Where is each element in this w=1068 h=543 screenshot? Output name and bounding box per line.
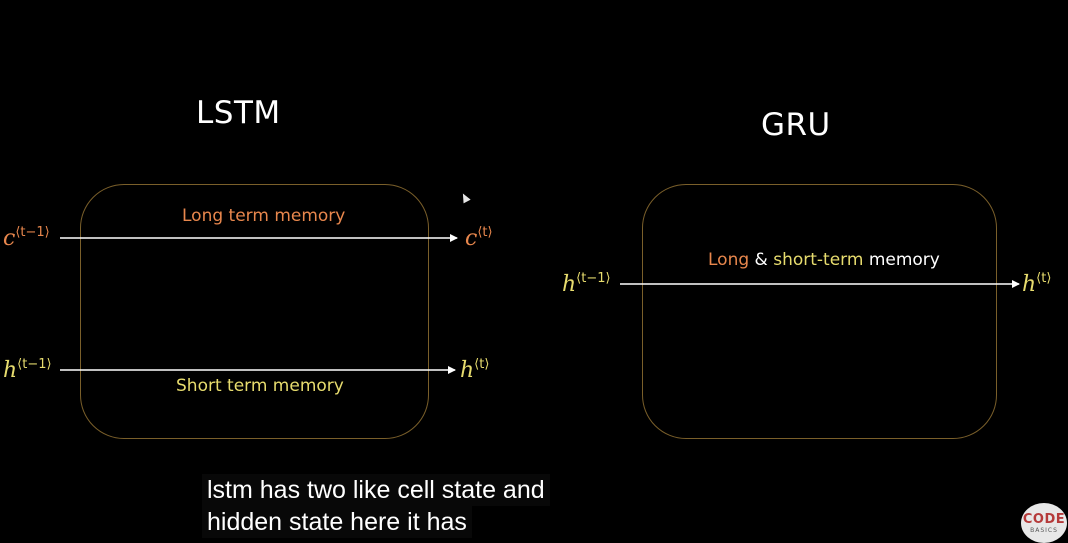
- gru-label-long: Long: [708, 250, 750, 270]
- caption-line-2: hidden state here it has: [202, 506, 472, 538]
- symbol-letter: c: [465, 226, 478, 251]
- caption-line-1: lstm has two like cell state and: [202, 474, 550, 506]
- subtitle-caption: lstm has two like cell state and hidden …: [202, 474, 550, 538]
- symbol-superscript: ⟨t−1⟩: [576, 271, 611, 286]
- codebasics-logo-icon: CODE BASICS: [1021, 503, 1067, 543]
- lstm-c-prev-symbol: c⟨t−1⟩: [3, 225, 50, 251]
- gru-h-next-symbol: h⟨t⟩: [1022, 271, 1051, 297]
- gru-label-short: short-term: [773, 250, 864, 270]
- symbol-superscript: ⟨t−1⟩: [17, 357, 52, 372]
- lstm-h-next-symbol: h⟨t⟩: [460, 357, 489, 383]
- long-term-memory-label: Long term memory: [182, 206, 346, 226]
- gru-label-memory: memory: [868, 250, 940, 270]
- gru-h-prev-symbol: h⟨t−1⟩: [562, 271, 611, 297]
- symbol-letter: h: [562, 272, 577, 297]
- symbol-superscript: ⟨t⟩: [474, 357, 490, 372]
- symbol-letter: h: [1022, 272, 1037, 297]
- symbol-letter: h: [460, 358, 475, 383]
- symbol-letter: h: [3, 358, 18, 383]
- gru-memory-label: Long & short-term memory: [708, 250, 940, 270]
- symbol-superscript: ⟨t⟩: [1036, 271, 1052, 286]
- short-term-memory-label: Short term memory: [176, 376, 344, 396]
- symbol-letter: c: [3, 226, 16, 251]
- logo-top-text: CODE: [1022, 512, 1066, 527]
- gru-label-amp: &: [754, 250, 768, 270]
- symbol-superscript: ⟨t⟩: [477, 225, 493, 240]
- state-arrows: [60, 234, 1020, 374]
- symbol-superscript: ⟨t−1⟩: [15, 225, 50, 240]
- lstm-c-next-symbol: c⟨t⟩: [465, 225, 493, 251]
- lstm-h-prev-symbol: h⟨t−1⟩: [3, 357, 52, 383]
- video-frame: LSTM GRU Long term memory Short term mem…: [0, 0, 1068, 543]
- logo-bottom-text: BASICS: [1030, 527, 1058, 534]
